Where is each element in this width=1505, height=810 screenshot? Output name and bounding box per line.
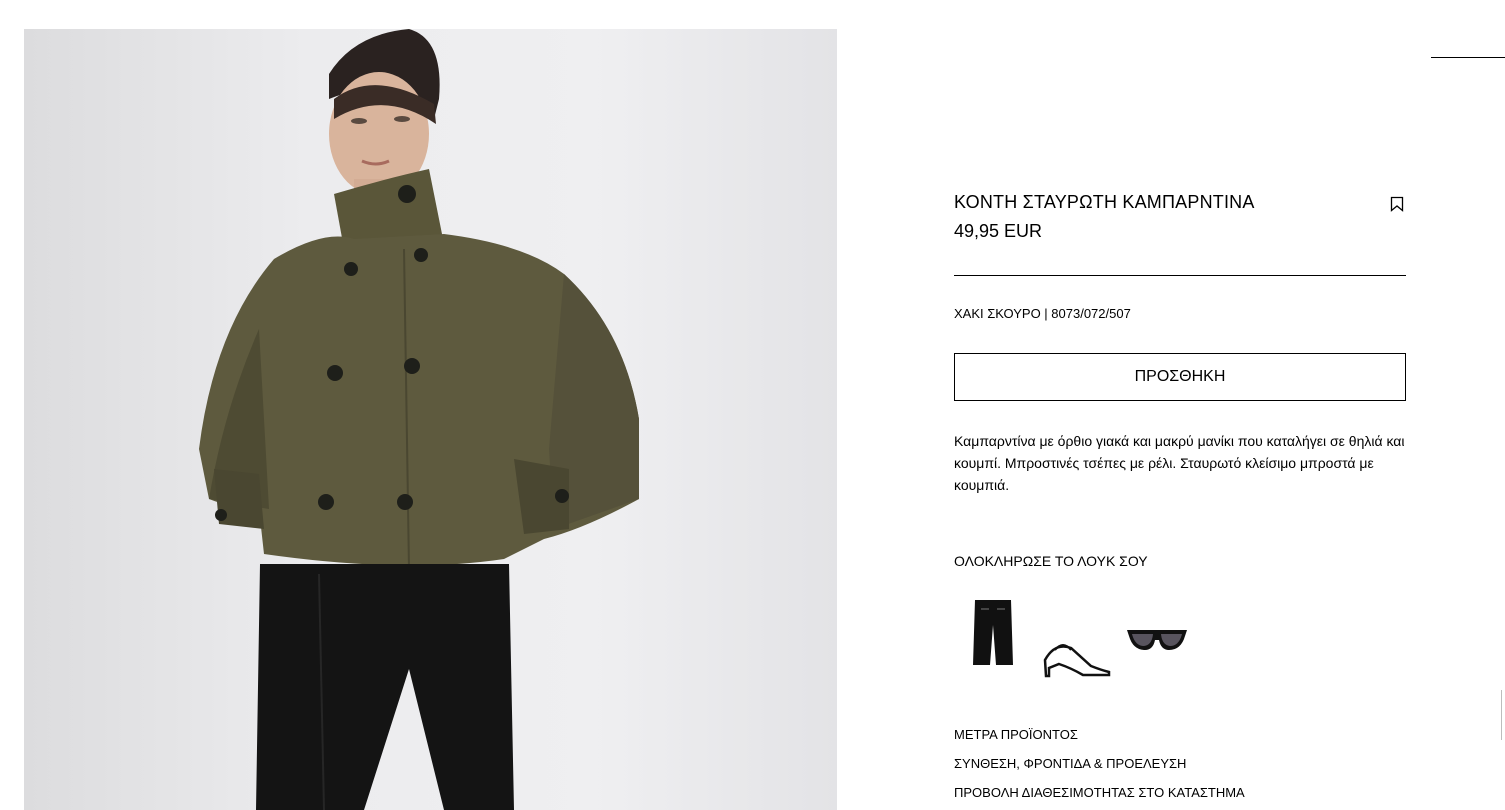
divider (954, 275, 1406, 276)
look-item-sunglasses[interactable] (1125, 626, 1189, 654)
product-title: ΚΟΝΤΗ ΣΤΑΥΡΩΤΗ ΚΑΜΠΑΡΝΤΙΝΑ (954, 192, 1255, 212)
product-description: Καμπαρντίνα με όρθιο γιακά και μακρύ μαν… (954, 433, 1405, 493)
look-item-sandals[interactable] (1041, 638, 1111, 678)
add-to-cart-button[interactable]: ΠΡΟΣΘΗΚΗ (954, 353, 1406, 401)
scrollbar[interactable] (1501, 690, 1505, 740)
color-reference: ΧΑΚΙ ΣΚΟΥΡΟ | 8073/072/507 (954, 306, 1131, 321)
complete-look-title: ΟΛΟΚΛΗΡΩΣΕ ΤΟ ΛΟΥΚ ΣΟΥ (954, 553, 1148, 569)
header-underline (1431, 57, 1505, 58)
product-image[interactable] (24, 29, 837, 810)
bookmark-icon[interactable] (1390, 196, 1404, 212)
product-page: ΚΟΝΤΗ ΣΤΑΥΡΩΤΗ ΚΑΜΠΑΡΝΤΙΝΑ 49,95 EUR ΧΑΚ… (0, 0, 1505, 810)
link-composition[interactable]: ΣΥΝΘΕΣΗ, ΦΡΟΝΤΙΔΑ & ΠΡΟΕΛΕΥΣΗ (954, 756, 1186, 771)
link-measurements[interactable]: ΜΕΤΡΑ ΠΡΟΪΟΝΤΟΣ (954, 727, 1078, 742)
link-availability[interactable]: ΠΡΟΒΟΛΗ ΔΙΑΘΕΣΙΜΟΤΗΤΑΣ ΣΤΟ ΚΑΤΑΣΤΗΜΑ (954, 785, 1245, 800)
look-item-trousers[interactable] (971, 597, 1015, 669)
product-price: 49,95 EUR (954, 221, 1043, 241)
